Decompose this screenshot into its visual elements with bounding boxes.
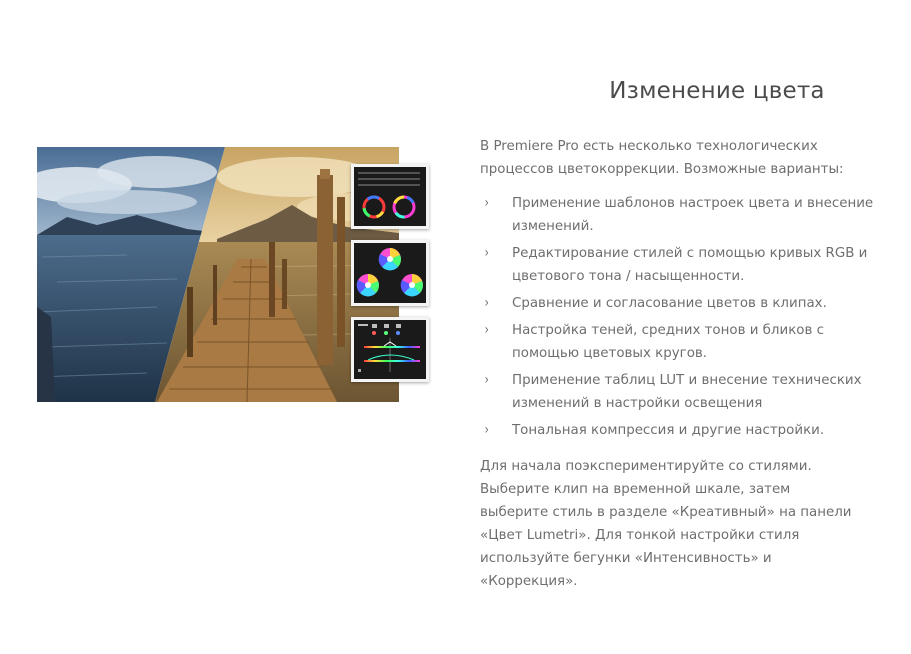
lake-pier-photo — [37, 147, 399, 402]
list-item-text: Сравнение и согласование цветов в клипах… — [512, 296, 827, 311]
color-curves-icon — [358, 324, 420, 372]
chevron-right-icon: › — [484, 422, 490, 438]
list-item: › Редактирование стилей с помощью кривых… — [480, 242, 880, 288]
list-item: › Применение шаблонов настроек цвета и в… — [480, 192, 880, 238]
intro-paragraph: В Premiere Pro есть несколько технологич… — [480, 139, 844, 177]
color-wheel-icon — [356, 248, 423, 297]
color-correction-illustration — [37, 147, 399, 402]
list-item: › Применение таблиц LUT и внесение техни… — [480, 369, 880, 415]
lumetri-panel-thumbnail — [351, 164, 429, 229]
outro-paragraph: Для начала поэкспериментируйте со стилям… — [480, 459, 852, 589]
chevron-right-icon: › — [484, 322, 490, 338]
list-item-text: Тональная компрессия и другие настройки. — [512, 423, 825, 438]
list-item-text: Настройка теней, средних тонов и бликов … — [512, 323, 824, 361]
section-title: Изменение цвета — [609, 78, 825, 104]
list-item: › Настройка теней, средних тонов и блико… — [480, 319, 880, 365]
chevron-right-icon: › — [484, 245, 490, 261]
color-wheels-thumbnail — [351, 240, 429, 306]
hsl-secondary-thumbnail — [351, 317, 429, 382]
workflow-list: › Применение шаблонов настроек цвета и в… — [480, 192, 880, 446]
chevron-right-icon: › — [484, 372, 490, 388]
list-item: › Тональная компрессия и другие настройк… — [480, 419, 880, 442]
chevron-right-icon: › — [484, 295, 490, 311]
color-wheels-icon — [358, 172, 420, 219]
list-item: › Сравнение и согласование цветов в клип… — [480, 292, 880, 315]
list-item-text: Применение таблиц LUT и внесение техниче… — [512, 373, 862, 411]
list-item-text: Применение шаблонов настроек цвета и вне… — [512, 196, 874, 234]
chevron-right-icon: › — [484, 195, 490, 211]
list-item-text: Редактирование стилей с помощью кривых R… — [512, 246, 868, 284]
